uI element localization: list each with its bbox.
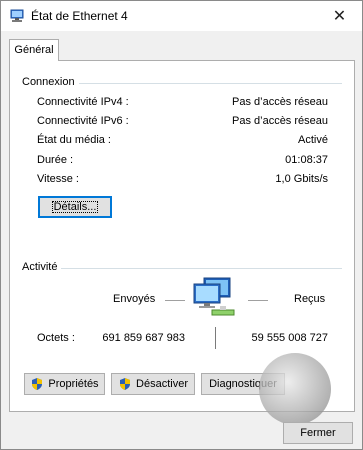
details-button-label: Détails... (51, 201, 99, 213)
network-computers-icon (193, 277, 235, 316)
tab-general[interactable]: Général (9, 39, 59, 61)
received-label: Reçus (294, 293, 326, 305)
speed-value: 1,0 Gbits/s (275, 173, 328, 185)
ipv6-value: Pas d’accès réseau (232, 115, 328, 127)
window-title: État de Ethernet 4 (31, 9, 128, 23)
received-line (248, 300, 268, 301)
close-icon[interactable]: ✕ (317, 1, 362, 31)
bytes-sent-value: 691 859 687 983 (102, 332, 185, 344)
speed-label: Vitesse : (37, 173, 79, 185)
media-state-value: Activé (298, 134, 328, 146)
activite-separator (22, 268, 342, 269)
properties-button-label: Propriétés (48, 378, 99, 390)
activite-heading: Activité (22, 261, 62, 273)
duration-label: Durée : (37, 154, 74, 166)
close-button[interactable]: Fermer (283, 422, 353, 444)
sent-line (165, 300, 185, 301)
media-state-label: État du média : (37, 134, 111, 146)
disable-button-label: Désactiver (136, 378, 188, 390)
details-button[interactable]: Détails... (38, 196, 112, 218)
ipv6-label: Connectivité IPv6 : (37, 115, 129, 127)
network-adapter-icon (10, 9, 24, 22)
admin-shield-icon (32, 378, 43, 390)
duration-value: 01:08:37 (285, 154, 328, 166)
close-button-label: Fermer (300, 427, 336, 439)
title-bar[interactable]: État de Ethernet 4 ✕ (1, 1, 362, 31)
admin-shield-icon (120, 378, 131, 390)
watermark-logo (259, 353, 331, 425)
ipv4-label: Connectivité IPv4 : (37, 96, 129, 108)
properties-button[interactable]: Propriétés (24, 373, 105, 395)
bytes-received-value: 59 555 008 727 (251, 332, 328, 344)
connexion-heading: Connexion (22, 76, 79, 88)
disable-button[interactable]: Désactiver (111, 373, 195, 395)
sent-label: Envoyés (113, 293, 156, 305)
ipv4-value: Pas d’accès réseau (232, 96, 328, 108)
ethernet-status-window: État de Ethernet 4 ✕ Général Connexion C… (0, 0, 363, 450)
bytes-label: Octets : (37, 332, 75, 344)
bytes-divider (215, 327, 216, 349)
